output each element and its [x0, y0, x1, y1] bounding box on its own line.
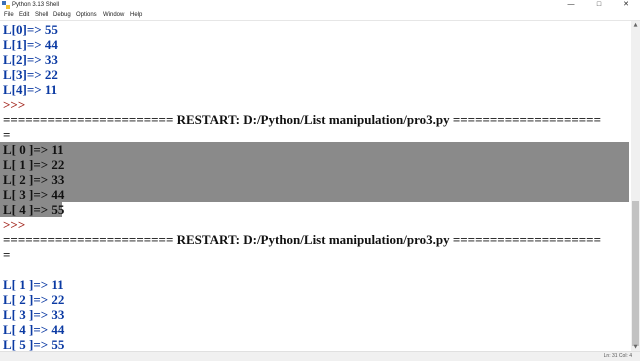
selection-highlight [0, 142, 629, 202]
scroll-up-icon[interactable]: ▲ [631, 21, 640, 29]
menu-bar: File Edit Shell Debug Options Window Hel… [0, 10, 640, 21]
output-line: L[0]=> 55 [3, 22, 58, 37]
output-line: L[ 4 ]=> 44 [3, 322, 65, 337]
output-line: L[ 4 ]=> 55 [3, 202, 65, 217]
menu-debug[interactable]: Debug [53, 10, 71, 20]
scroll-thumb[interactable] [632, 201, 639, 346]
menu-shell[interactable]: Shell [35, 10, 48, 20]
restart-banner-wrap: = [3, 127, 11, 142]
shell-prompt: >>> [3, 217, 26, 232]
output-line: L[ 2 ]=> 22 [3, 292, 65, 307]
output-line: L[ 3 ]=> 33 [3, 307, 65, 322]
shell-output-area[interactable]: L[0]=> 55 L[1]=> 44 L[2]=> 33 L[3]=> 22 … [0, 21, 631, 351]
output-line: L[2]=> 33 [3, 52, 58, 67]
output-line: L[1]=> 44 [3, 37, 58, 52]
menu-help[interactable]: Help [130, 10, 142, 20]
python-logo-icon [2, 1, 10, 9]
output-line: L[4]=> 11 [3, 82, 58, 97]
output-line: L[ 5 ]=> 55 [3, 337, 65, 351]
menu-window[interactable]: Window [103, 10, 124, 20]
output-line: L[ 3 ]=> 44 [3, 187, 65, 202]
close-button[interactable]: ✕ [612, 0, 640, 10]
maximize-button[interactable]: □ [585, 0, 613, 10]
shell-prompt: >>> [3, 97, 26, 112]
title-bar: Python 3.13 Shell — □ ✕ [0, 0, 640, 10]
restart-banner-wrap: = [3, 247, 11, 262]
minimize-button[interactable]: — [557, 0, 585, 10]
scroll-down-icon[interactable]: ▼ [631, 343, 640, 351]
restart-banner: ======================= RESTART: D:/Pyth… [3, 232, 601, 247]
menu-file[interactable]: File [4, 10, 14, 20]
output-line: L[ 1 ]=> 11 [3, 277, 64, 292]
output-line: L[ 1 ]=> 22 [3, 157, 65, 172]
menu-edit[interactable]: Edit [19, 10, 29, 20]
output-line: L[ 2 ]=> 33 [3, 172, 65, 187]
output-line: L[3]=> 22 [3, 67, 58, 82]
vertical-scrollbar[interactable]: ▲ ▼ [631, 21, 640, 351]
menu-options[interactable]: Options [76, 10, 97, 20]
output-line: L[ 0 ]=> 11 [3, 142, 64, 157]
window-title: Python 3.13 Shell [12, 2, 60, 8]
restart-banner: ======================= RESTART: D:/Pyth… [3, 112, 601, 127]
